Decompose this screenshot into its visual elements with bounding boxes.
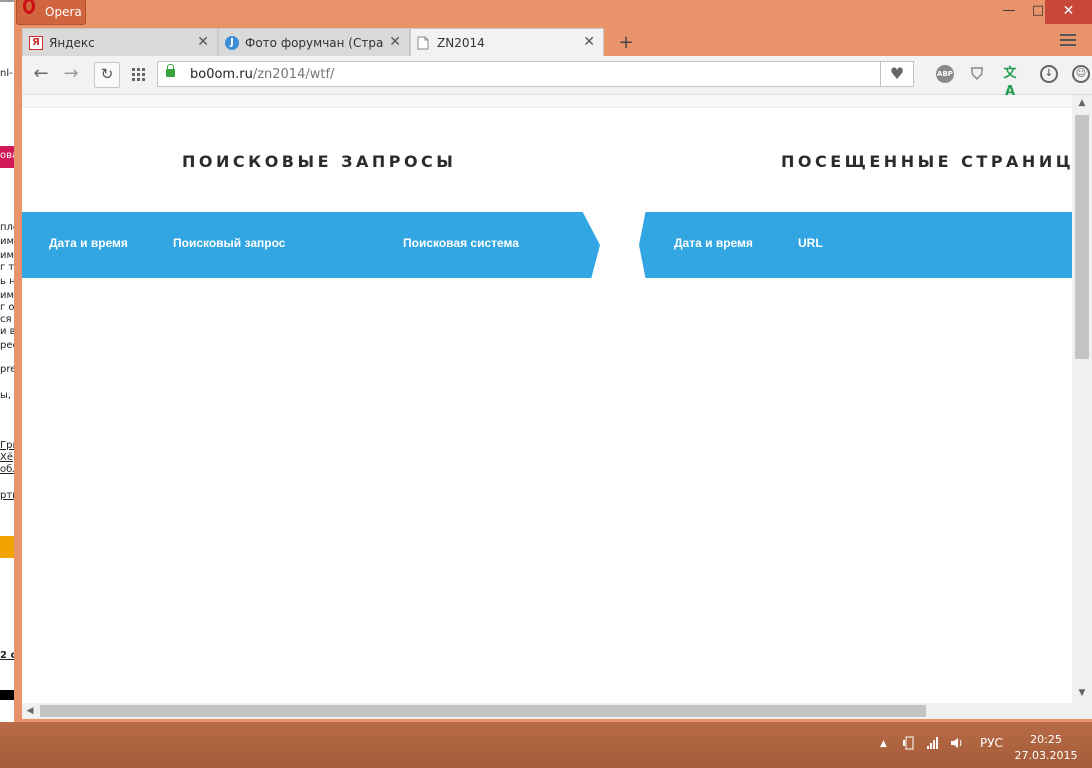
scrollbar-corner <box>1072 703 1092 719</box>
j-icon: J <box>225 36 239 50</box>
background-text: г то <box>0 262 14 273</box>
tab-title: Яндекс <box>49 36 95 50</box>
background-text: г от <box>0 302 14 313</box>
forward-button[interactable]: → <box>58 62 84 86</box>
page-top-strip <box>22 95 1072 108</box>
shield-icon[interactable]: ⛉ <box>968 65 986 83</box>
background-link[interactable]: рти <box>0 490 14 502</box>
horizontal-scroll-thumb[interactable] <box>40 705 926 717</box>
background-pink-banner: ова <box>0 146 14 168</box>
speed-dial-icon[interactable] <box>132 68 146 82</box>
taskbar: ▲ РУС 20:25 27.03.2015 <box>0 722 1092 768</box>
close-tab-icon[interactable]: ✕ <box>197 34 209 50</box>
page-viewport: ПОИСКОВЫЕ ЗАПРОСЫ ПОСЕЩЕННЫЕ СТРАНИЦЫ Да… <box>22 95 1092 719</box>
background-orange-bar <box>0 536 14 558</box>
url-domain: bo0om.ru <box>190 67 253 82</box>
clock-date: 27.03.2015 <box>1014 749 1078 762</box>
url-path: /zn2014/wtf/ <box>252 67 335 82</box>
background-text: рес <box>0 340 14 351</box>
new-tab-button[interactable]: + <box>616 32 636 53</box>
heart-icon[interactable]: ♥ <box>880 62 913 86</box>
background-text: ова <box>0 150 14 161</box>
tab-strip: Я Яндекс ✕ J Фото форумчан (Страниц ✕ ZN… <box>22 28 1092 56</box>
reload-button[interactable]: ↻ <box>94 62 120 88</box>
opera-logo-icon <box>23 0 35 14</box>
background-link[interactable]: 2 с <box>0 650 14 662</box>
opera-menu-button[interactable]: Opera <box>16 0 86 25</box>
search-queries-title: ПОИСКОВЫЕ ЗАПРОСЫ <box>182 152 457 171</box>
volume-icon[interactable] <box>950 736 964 753</box>
column-datetime[interactable]: Дата и время <box>49 236 128 250</box>
clock[interactable]: 20:25 27.03.2015 <box>1010 732 1082 764</box>
tab-title: Фото форумчан (Страниц <box>245 36 383 50</box>
close-tab-icon[interactable]: ✕ <box>389 34 401 50</box>
translate-icon[interactable]: 文A <box>1001 65 1019 99</box>
background-link[interactable]: Хёр <box>0 452 14 464</box>
address-bar[interactable]: bo0om.ru/zn2014/wtf/ ♥ <box>157 61 914 87</box>
background-text: ся в <box>0 314 14 325</box>
column-search-engine[interactable]: Поисковая система <box>403 236 519 250</box>
page-icon <box>417 36 431 50</box>
title-bar[interactable]: Opera — □ ✕ <box>14 0 1092 28</box>
horizontal-scrollbar[interactable]: ◀ <box>22 703 1072 719</box>
scroll-left-icon[interactable]: ◀ <box>22 703 38 719</box>
account-icon[interactable]: ☺ <box>1072 65 1090 83</box>
column-search-query[interactable]: Поисковый запрос <box>173 236 285 250</box>
clock-time: 20:25 <box>1030 733 1062 746</box>
background-text: име <box>0 290 14 301</box>
yandex-icon: Я <box>29 36 43 50</box>
background-black-bar <box>0 690 14 700</box>
show-hidden-icons-icon[interactable]: ▲ <box>880 739 887 749</box>
vertical-scroll-thumb[interactable] <box>1075 115 1089 359</box>
close-window-button[interactable]: ✕ <box>1045 0 1092 24</box>
background-window: nl- ова пло име име г то ь н име г от ся… <box>0 0 14 722</box>
tab-menu-icon[interactable] <box>1060 34 1076 48</box>
background-text: pre <box>0 364 14 375</box>
background-text: име <box>0 250 14 261</box>
back-button[interactable]: ← <box>28 62 54 86</box>
search-queries-table-header: Дата и время Поисковый запрос Поисковая … <box>22 212 600 278</box>
tab-title: ZN2014 <box>437 36 485 50</box>
column-datetime[interactable]: Дата и время <box>674 236 753 250</box>
background-text: име <box>0 236 14 247</box>
tab-forum-photos[interactable]: J Фото форумчан (Страниц ✕ <box>218 28 410 56</box>
navigation-toolbar: ← → ↻ bo0om.ru/zn2014/wtf/ ♥ ABP ⛉ 文A ↓ … <box>22 56 1092 99</box>
background-link[interactable]: обл <box>0 464 14 476</box>
background-text: ь н <box>0 276 14 287</box>
browser-window: Opera — □ ✕ Я Яндекс ✕ J Фото форумчан (… <box>14 0 1092 722</box>
network-icon[interactable] <box>926 736 940 753</box>
column-url[interactable]: URL <box>798 236 823 250</box>
background-link[interactable]: Гри <box>0 440 14 452</box>
action-center-icon[interactable] <box>902 736 916 753</box>
page-content: ПОИСКОВЫЕ ЗАПРОСЫ ПОСЕЩЕННЫЕ СТРАНИЦЫ Да… <box>22 95 1072 703</box>
background-text: ы, с <box>0 390 14 401</box>
url-text[interactable]: bo0om.ru/zn2014/wtf/ <box>190 67 334 82</box>
background-window-border <box>0 0 14 2</box>
scroll-down-icon[interactable]: ▼ <box>1072 685 1092 701</box>
language-indicator[interactable]: РУС <box>980 736 1003 750</box>
abp-icon[interactable]: ABP <box>936 65 954 83</box>
tab-yandex[interactable]: Я Яндекс ✕ <box>22 28 218 56</box>
visited-pages-title: ПОСЕЩЕННЫЕ СТРАНИЦЫ <box>781 152 1072 171</box>
background-text: nl- <box>0 68 13 79</box>
background-text: пло <box>0 222 14 233</box>
close-tab-icon[interactable]: ✕ <box>583 34 595 50</box>
opera-menu-label: Opera <box>45 5 82 19</box>
visited-pages-table-header: Дата и время URL <box>639 212 1072 278</box>
vertical-scrollbar[interactable]: ▲ ▼ <box>1072 95 1092 703</box>
download-icon[interactable]: ↓ <box>1040 65 1058 83</box>
lock-icon <box>166 64 175 77</box>
background-text: и в <box>0 326 14 337</box>
scroll-up-icon[interactable]: ▲ <box>1072 95 1092 111</box>
tab-zn2014[interactable]: ZN2014 ✕ <box>410 28 604 56</box>
